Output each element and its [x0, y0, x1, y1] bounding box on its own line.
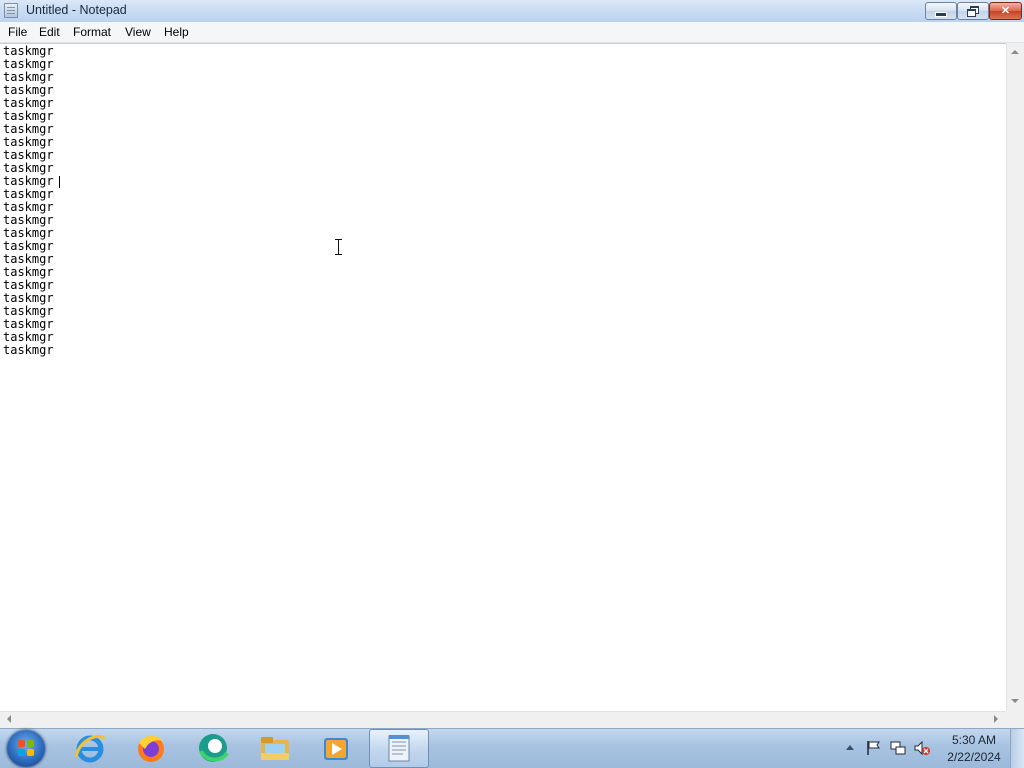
media-player-icon[interactable]	[318, 731, 354, 765]
notepad-window: Untitled - Notepad ✕ File Edit Format Vi…	[0, 0, 1024, 728]
clock-time: 5:30 AM	[951, 733, 997, 747]
system-clock[interactable]: 5:30 AM 2/22/2024	[944, 732, 1004, 766]
vertical-scrollbar[interactable]	[1006, 43, 1024, 711]
minimize-icon	[935, 12, 947, 17]
title-bar[interactable]: Untitled - Notepad ✕	[0, 0, 1024, 22]
text-caret	[59, 176, 60, 188]
notepad-app-icon[interactable]	[4, 3, 18, 18]
show-desktop-button[interactable]	[1010, 729, 1024, 768]
network-icon[interactable]	[890, 740, 906, 756]
internet-explorer-icon[interactable]	[72, 731, 108, 765]
menu-view[interactable]: View	[125, 25, 151, 39]
scroll-left-arrow-icon[interactable]	[7, 715, 11, 723]
close-icon: ✕	[1000, 5, 1011, 17]
minimize-button[interactable]	[925, 2, 957, 20]
windows-logo-icon	[18, 740, 35, 757]
text-editor-area[interactable]: taskmgr taskmgr taskmgr taskmgr taskmgr …	[0, 43, 1006, 712]
scroll-down-arrow-icon[interactable]	[1011, 699, 1019, 703]
menu-bar: File Edit Format View Help	[0, 22, 1024, 43]
file-explorer-icon[interactable]	[257, 731, 293, 765]
menu-file[interactable]: File	[8, 25, 27, 39]
menu-edit[interactable]: Edit	[39, 25, 60, 39]
close-button[interactable]: ✕	[989, 2, 1022, 20]
clock-date: 2/22/2024	[947, 750, 1001, 764]
menu-help[interactable]: Help	[164, 25, 189, 39]
scroll-right-arrow-icon[interactable]	[994, 715, 998, 723]
restore-button[interactable]	[957, 2, 989, 20]
ibeam-cursor-icon	[335, 239, 342, 255]
edge-icon[interactable]	[195, 731, 231, 765]
text-line: taskmgr	[3, 343, 54, 357]
window-title: Untitled - Notepad	[26, 3, 127, 17]
menu-format[interactable]: Format	[73, 25, 111, 39]
notepad-icon	[388, 735, 410, 762]
show-hidden-icons-icon[interactable]	[846, 745, 854, 750]
volume-muted-icon[interactable]	[914, 740, 930, 756]
horizontal-scrollbar[interactable]	[0, 711, 1006, 728]
action-center-flag-icon[interactable]	[866, 740, 882, 756]
restore-icon	[967, 6, 979, 17]
firefox-icon[interactable]	[133, 731, 169, 765]
scrollbar-corner	[1006, 711, 1024, 728]
scroll-up-arrow-icon[interactable]	[1011, 50, 1019, 54]
